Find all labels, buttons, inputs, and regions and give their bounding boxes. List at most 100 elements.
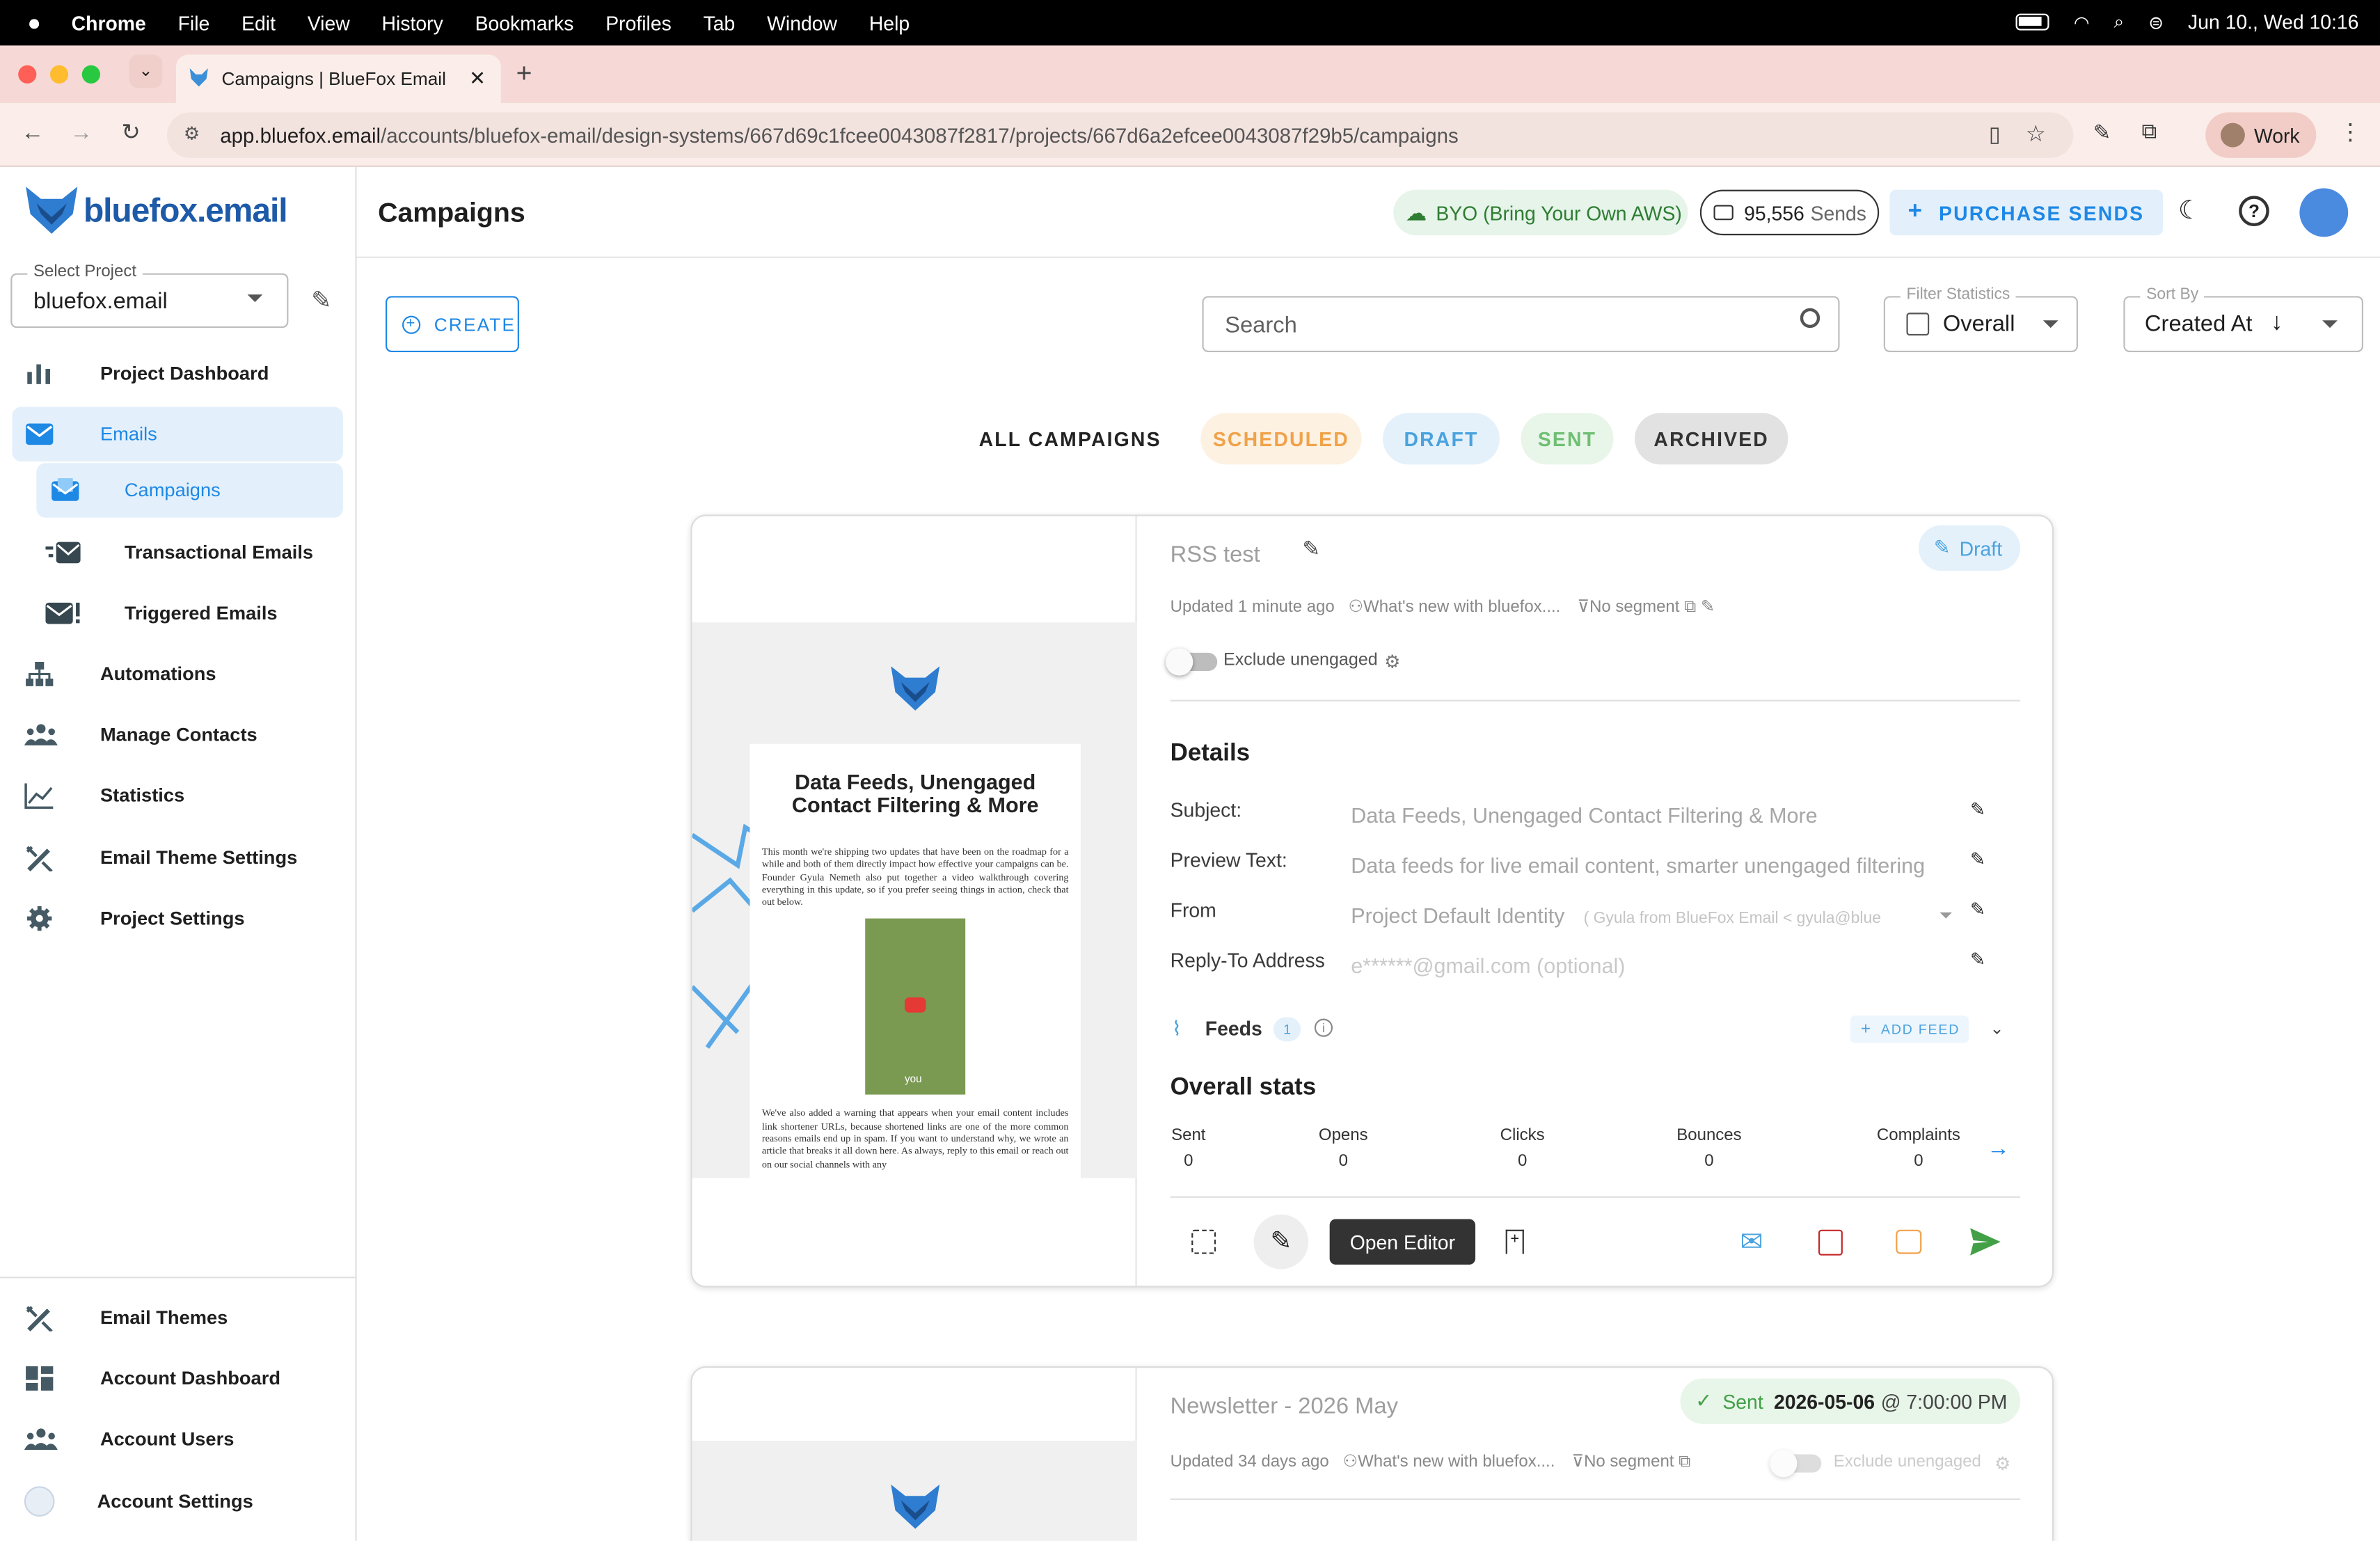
menu-profiles[interactable]: Profiles	[605, 11, 672, 34]
address-bar[interactable]: ⚙ app.bluefox.email/accounts/bluefox-ema…	[166, 112, 2074, 158]
edit-subject-icon[interactable]: ✎	[1970, 798, 1988, 820]
byo-aws-chip[interactable]: ☁ BYO (Bring Your Own AWS)	[1393, 189, 1688, 236]
campaign-name[interactable]: Newsletter - 2026 May	[1171, 1393, 1398, 1419]
search-icon[interactable]	[1800, 308, 1820, 329]
sidebar-item-project-settings[interactable]: Project Settings	[12, 891, 342, 946]
bookmark-star-icon[interactable]: ☆	[2026, 120, 2046, 147]
tab-sent[interactable]: SENT	[1521, 413, 1614, 465]
spotlight-icon[interactable]: ⌕	[2114, 10, 2125, 33]
sidebar-item-email-theme-settings[interactable]: Email Theme Settings	[12, 830, 342, 885]
sidebar-item-project-dashboard[interactable]: Project Dashboard	[12, 346, 342, 401]
maximize-window-button[interactable]	[81, 65, 100, 84]
reply-to-value[interactable]: e******@gmail.com (optional)	[1351, 954, 1625, 978]
sidebar-item-emails[interactable]: Emails	[12, 406, 343, 462]
inbox-preview-button[interactable]	[1803, 1215, 1858, 1270]
apple-icon[interactable]: ●	[27, 10, 41, 35]
forward-icon[interactable]: →	[70, 120, 93, 145]
project-select[interactable]: Select Project bluefox.email	[10, 262, 289, 329]
campaign-card[interactable]: Newsletter - 2026 May ✓ Sent 2026-05-06 …	[690, 1366, 2054, 1541]
email-preview[interactable]	[692, 1368, 1137, 1541]
audience-text[interactable]: What's new with bluefox....	[1358, 1453, 1555, 1471]
menu-tab[interactable]: Tab	[704, 11, 736, 34]
browser-tab-active[interactable]: Campaigns | BlueFox Email ✕	[176, 54, 501, 104]
sidebar-item-campaigns[interactable]: Campaigns	[36, 463, 343, 518]
sidebar-item-triggered-emails[interactable]: Triggered Emails	[12, 586, 342, 641]
sidebar-item-automations[interactable]: Automations	[12, 647, 342, 702]
edit-name-icon[interactable]: ✎	[1302, 536, 1320, 562]
minimize-window-button[interactable]	[49, 65, 69, 84]
tab-all-campaigns[interactable]: ALL CAMPAIGNS	[971, 413, 1169, 464]
edit-reply-icon[interactable]: ✎	[1970, 949, 1988, 970]
menu-app-name[interactable]: Chrome	[72, 11, 146, 34]
tab-scheduled[interactable]: SCHEDULED	[1200, 413, 1362, 465]
exclude-unengaged-toggle[interactable]: Exclude unengaged ⚙	[1166, 647, 1409, 677]
app-logo[interactable]: bluefox.email	[23, 182, 326, 237]
subject-value[interactable]: Data Feeds, Unengaged Contact Filtering …	[1351, 803, 1817, 828]
save-as-template-button[interactable]: +	[1487, 1215, 1542, 1270]
menu-edit[interactable]: Edit	[241, 11, 276, 34]
edit-segment-icon[interactable]: ✎	[1701, 598, 1715, 616]
campaign-name[interactable]: RSS test	[1171, 542, 1260, 568]
segment-text[interactable]: No segment	[1584, 1453, 1674, 1471]
preview-text-value[interactable]: Data feeds for live email content, smart…	[1351, 853, 1976, 878]
segment-text[interactable]: No segment	[1589, 598, 1679, 616]
preview-zoom-button[interactable]	[1176, 1215, 1231, 1270]
video-thumbnail[interactable]: you	[865, 919, 966, 1096]
edit-from-icon[interactable]: ✎	[1970, 899, 1988, 920]
menu-window[interactable]: Window	[767, 11, 837, 34]
tab-archived[interactable]: ARCHIVED	[1635, 413, 1788, 465]
control-center-icon[interactable]: ⊜	[2148, 11, 2164, 33]
close-window-button[interactable]	[18, 65, 37, 84]
add-feed-button[interactable]: + ADD FEED	[1850, 1016, 1969, 1043]
audience-text[interactable]: What's new with bluefox....	[1363, 598, 1560, 616]
create-button[interactable]: + CREATE	[386, 296, 519, 353]
sidebar-item-account-settings[interactable]: Account Settings	[12, 1474, 342, 1529]
theme-design-button[interactable]: ✎	[1253, 1214, 1309, 1270]
menu-datetime[interactable]: Jun 10., Wed 10:16	[2188, 10, 2358, 33]
campaign-card[interactable]: Data Feeds, Unengaged Contact Filtering …	[690, 514, 2054, 1288]
new-tab-button[interactable]: +	[516, 58, 532, 90]
settings-small-icon[interactable]: ⚙	[1384, 651, 1400, 673]
edit-project-icon[interactable]: ✎	[311, 285, 331, 316]
sidebar-item-transactional-emails[interactable]: Transactional Emails	[12, 525, 342, 580]
settings-small-icon[interactable]: ⚙	[1994, 1453, 2010, 1474]
sidebar-item-account-dashboard[interactable]: Account Dashboard	[12, 1351, 342, 1406]
help-icon[interactable]: ?	[2239, 196, 2269, 226]
menu-help[interactable]: Help	[869, 11, 910, 34]
sidebar-item-account-users[interactable]: Account Users	[12, 1412, 342, 1467]
from-select[interactable]: Project Default Identity ( Gyula from Bl…	[1351, 903, 1958, 931]
profile-chip[interactable]: Work	[2205, 112, 2317, 158]
sends-chip[interactable]: 95,556 Sends	[1699, 189, 1880, 236]
open-external-icon[interactable]: ⧉	[1684, 598, 1696, 616]
expand-feeds-icon[interactable]: ⌄	[1990, 1019, 2004, 1038]
back-icon[interactable]: ←	[22, 120, 45, 145]
wifi-icon[interactable]: ◠	[2074, 11, 2090, 33]
tab-close-icon[interactable]: ✕	[469, 67, 486, 91]
user-avatar[interactable]	[2299, 188, 2349, 237]
open-external-icon[interactable]: ⧉	[1679, 1453, 1690, 1471]
site-info-icon[interactable]: ⚙	[184, 123, 200, 145]
schedule-button[interactable]	[1880, 1215, 1935, 1270]
sidebar-item-email-themes[interactable]: Email Themes	[12, 1290, 342, 1345]
battery-icon[interactable]	[2015, 13, 2049, 31]
save-page-icon[interactable]: ▯	[1989, 121, 2001, 147]
purchase-sends-button[interactable]: + PURCHASE SENDS	[1889, 189, 2164, 236]
chevron-down-icon[interactable]	[1939, 912, 1952, 919]
sidebar-item-manage-contacts[interactable]: Manage Contacts	[12, 707, 342, 762]
menu-view[interactable]: View	[308, 11, 350, 34]
email-preview[interactable]: Data Feeds, Unengaged Contact Filtering …	[692, 516, 1137, 1286]
sort-by-select[interactable]: Sort By Created At ↓	[2123, 285, 2364, 353]
sidebar-item-statistics[interactable]: Statistics	[12, 768, 342, 823]
edit-preview-icon[interactable]: ✎	[1970, 848, 1988, 870]
info-icon[interactable]: i	[1314, 1018, 1333, 1037]
extensions-pencil-icon[interactable]: ✎	[2093, 120, 2111, 145]
reload-icon[interactable]: ↻	[121, 118, 140, 145]
send-test-button[interactable]: ✉	[1724, 1215, 1779, 1270]
dark-mode-icon[interactable]: ☾	[2178, 196, 2201, 226]
menu-bookmarks[interactable]: Bookmarks	[475, 11, 574, 34]
search-input[interactable]: Search	[1202, 296, 1840, 353]
feeds-label[interactable]: Feeds	[1205, 1017, 1262, 1040]
arrow-right-icon[interactable]: →	[1987, 1135, 2010, 1161]
send-button[interactable]	[1958, 1215, 2013, 1270]
tab-draft[interactable]: DRAFT	[1383, 413, 1500, 465]
